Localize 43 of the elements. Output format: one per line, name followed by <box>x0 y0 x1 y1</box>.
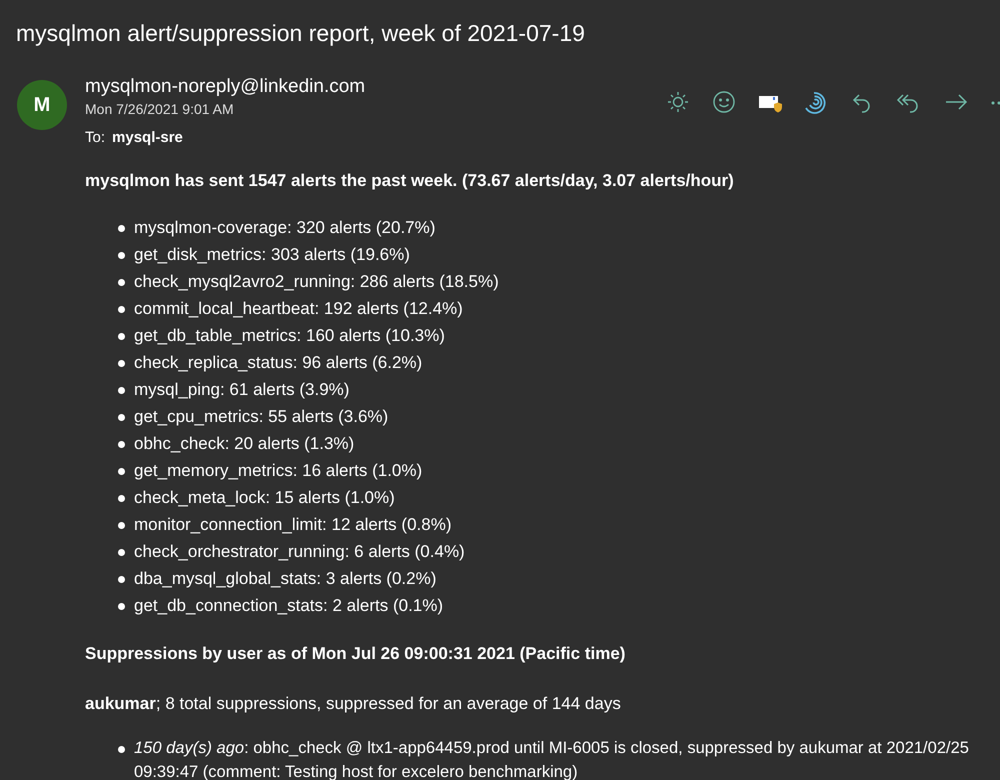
bullet-icon <box>118 387 125 394</box>
bullet-icon <box>118 549 125 556</box>
bullet-icon <box>118 252 125 259</box>
alert-count-item: obhc_check: 20 alerts (1.3%) <box>134 433 354 455</box>
spiral-icon[interactable] <box>804 90 828 114</box>
sun-icon[interactable] <box>666 90 690 114</box>
alert-count-item: get_db_connection_stats: 2 alerts (0.1%) <box>134 595 444 617</box>
bullet-icon <box>118 360 125 367</box>
alert-count-item: commit_local_heartbeat: 192 alerts (12.4%) <box>134 298 463 320</box>
sent-date: Mon 7/26/2021 9:01 AM <box>85 100 234 119</box>
bullet-icon <box>118 576 125 583</box>
user-summary: aukumar; 8 total suppressions, suppressed for an average of 144 days <box>85 692 621 714</box>
alert-count-item: check_replica_status: 96 alerts (6.2%) <box>134 352 422 374</box>
bullet-icon <box>118 495 125 502</box>
alert-count-item: get_memory_metrics: 16 alerts (1.0%) <box>134 460 422 482</box>
alert-count-item: dba_mysql_global_stats: 3 alerts (0.2%) <box>134 568 436 590</box>
sender-address: mysqlmon-noreply@linkedin.com <box>85 75 366 99</box>
bullet-icon <box>118 468 125 475</box>
sender-avatar: M <box>17 80 67 130</box>
bullet-icon <box>118 333 125 340</box>
alert-count-item: get_db_table_metrics: 160 alerts (10.3%) <box>134 325 445 347</box>
bullet-icon <box>118 603 125 610</box>
alert-count-item: monitor_connection_limit: 12 alerts (0.8%) <box>134 514 452 536</box>
alert-count-item: check_orchestrator_running: 6 alerts (0.4%) <box>134 541 465 563</box>
smiley-icon[interactable] <box>712 90 736 114</box>
alert-count-item: check_meta_lock: 15 alerts (1.0%) <box>134 487 395 509</box>
alert-count-item: check_mysql2avro2_running: 286 alerts (18.5%) <box>134 271 499 293</box>
bullet-icon <box>118 441 125 448</box>
alert-count-item: mysqlmon-coverage: 320 alerts (20.7%) <box>134 217 436 239</box>
email-subject: mysqlmon alert/suppression report, week of 2021-07-19 <box>16 19 585 48</box>
suppressions-heading: Suppressions by user as of Mon Jul 26 09:00:31 2021 (Pacific time) <box>85 643 626 665</box>
bullet-icon <box>118 746 125 753</box>
recipient: mysql-sre <box>112 128 183 148</box>
bullet-icon <box>118 225 125 232</box>
bullet-icon <box>118 306 125 313</box>
bullet-icon <box>118 522 125 529</box>
summary-heading: mysqlmon has sent 1547 alerts the past week. (73.67 alerts/day, 3.07 alerts/hour) <box>85 170 734 192</box>
alert-count-item: get_cpu_metrics: 55 alerts (3.6%) <box>134 406 388 428</box>
bullet-icon <box>118 414 125 421</box>
alert-count-item: get_disk_metrics: 303 alerts (19.6%) <box>134 244 410 266</box>
to-label: To: <box>85 128 106 148</box>
alert-count-item: mysql_ping: 61 alerts (3.9%) <box>134 379 350 401</box>
bullet-icon <box>118 279 125 286</box>
